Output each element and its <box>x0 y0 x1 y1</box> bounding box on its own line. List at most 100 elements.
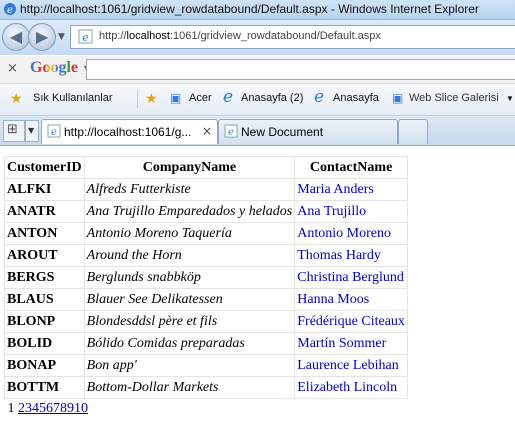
back-arrow-icon: ◀ <box>9 27 23 46</box>
company-name-cell: Bon app' <box>83 354 296 377</box>
quick-tabs-button[interactable]: ⊞ <box>3 120 25 142</box>
favorites-more-icon[interactable]: ▼ <box>506 94 514 103</box>
table-row: BLONP Blondesddsl père et fils Frédérique … <box>4 310 408 333</box>
pager-link[interactable]: 3 <box>25 401 32 416</box>
tab-label: http://localhost:1061/g... <box>64 125 192 139</box>
pager-link[interactable]: 4 <box>32 401 39 416</box>
table-row: BERGS Berglunds snabbköp Christina Berglun… <box>4 266 408 289</box>
favorites-button[interactable]: Sık Kullanılanlar <box>33 92 113 104</box>
favorite-item-acer[interactable]: Acer <box>189 92 212 104</box>
window-title-bar: e http://localhost:1061/gridview_rowdata… <box>0 0 515 20</box>
contact-name-cell: Laurence Lebihan <box>294 354 408 377</box>
customer-id-cell: ANTON <box>4 222 85 245</box>
favorites-bar: ★ Sık Kullanılanlar ★ ▣ Acer e Anasayfa … <box>0 84 515 116</box>
page-icon: e <box>78 29 93 44</box>
address-input[interactable]: e http://localhost:1061/gridview_rowdata… <box>70 25 515 49</box>
back-button[interactable]: ◀ <box>2 23 30 51</box>
google-toolbar: × Google ▼ <box>0 56 515 84</box>
contact-name-cell: Martín Sommer <box>294 332 408 355</box>
customer-id-cell: BLAUS <box>4 288 85 311</box>
customer-id-cell: BLONP <box>4 310 85 333</box>
add-favorite-icon[interactable]: ★ <box>145 91 158 107</box>
company-name-cell: Around the Horn <box>83 244 296 267</box>
contact-name-cell: Antonio Moreno <box>294 222 408 245</box>
table-row: AROUT Around the Horn Thomas Hardy <box>4 244 408 267</box>
pager: 1 2345678910 <box>5 399 408 420</box>
contact-name-cell: Hanna Moos <box>294 288 408 311</box>
favorites-star-icon: ★ <box>10 91 23 107</box>
company-name-cell: Ana Trujillo Emparedados y helados <box>83 200 296 223</box>
header-contact-name: ContactName <box>294 156 408 179</box>
tab-label: New Document <box>241 125 324 139</box>
contact-name-cell: Maria Anders <box>294 178 408 201</box>
history-dropdown-icon[interactable]: ▼ <box>58 32 65 42</box>
table-row: BOTTM Bottom-Dollar Markets Elizabeth Linc… <box>4 376 408 399</box>
svg-text:e: e <box>51 127 57 138</box>
web-slice-icon: ▣ <box>392 91 404 105</box>
table-row: BONAP Bon app' Laurence Lebihan <box>4 354 408 377</box>
tab-localhost[interactable]: e http://localhost:1061/g... × <box>41 119 218 144</box>
svg-text:e: e <box>7 5 13 16</box>
table-row: BOLID Bólido Comidas preparadas Martín Som… <box>4 332 408 355</box>
pager-link[interactable]: 6 <box>46 401 53 416</box>
favorites-separator <box>137 90 138 108</box>
company-name-cell: Antonio Moreno Taquería <box>83 222 296 245</box>
google-toolbar-close-icon[interactable]: × <box>7 61 18 76</box>
ie-logo-icon: e <box>4 3 16 16</box>
forward-arrow-icon: ▶ <box>35 27 49 46</box>
contact-name-cell: Frédérique Citeaux <box>294 310 408 333</box>
address-url: http://localhost:1061/gridview_rowdatabo… <box>99 30 381 42</box>
contact-name-cell: Thomas Hardy <box>294 244 408 267</box>
pager-link[interactable]: 5 <box>39 401 46 416</box>
contact-name-cell: Christina Berglund <box>294 266 408 289</box>
new-tab-button[interactable] <box>398 119 428 144</box>
pager-link[interactable]: 7 <box>53 401 60 416</box>
pager-link[interactable]: 9 <box>67 401 74 416</box>
page-content: CustomerID CompanyName ContactName ALFKI… <box>0 146 515 443</box>
tab-close-icon[interactable]: × <box>202 124 212 138</box>
pager-current-page: 1 <box>7 401 15 416</box>
company-name-cell: Bólido Comidas preparadas <box>83 332 296 355</box>
customer-id-cell: ANATR <box>4 200 85 223</box>
tab-bar: ⊞ ▼ e http://localhost:1061/g... × e New… <box>0 116 515 146</box>
header-customer-id: CustomerID <box>4 156 85 179</box>
tab-list-button[interactable]: ▼ <box>25 120 39 142</box>
customer-id-cell: BERGS <box>4 266 85 289</box>
svg-text:e: e <box>228 127 234 138</box>
table-row: ANTON Antonio Moreno Taquería Antonio More… <box>4 222 408 245</box>
acer-page-icon: ▣ <box>170 91 182 105</box>
company-name-cell: Berglunds snabbköp <box>83 266 296 289</box>
company-name-cell: Alfreds Futterkiste <box>83 178 296 201</box>
table-row: BLAUS Blauer See Delikatessen Hanna Moos <box>4 288 408 311</box>
window-title: http://localhost:1061/gridview_rowdatabo… <box>20 2 479 16</box>
favorite-item-anasayfa[interactable]: Anasayfa <box>333 92 379 104</box>
forward-button[interactable]: ▶ <box>28 23 56 51</box>
grid-pager-row: 1 2345678910 <box>5 399 408 420</box>
customer-id-cell: BONAP <box>4 354 85 377</box>
favorite-item-anasayfa-2[interactable]: Anasayfa (2) <box>241 92 303 104</box>
customer-id-cell: AROUT <box>4 244 85 267</box>
google-search-input[interactable] <box>86 59 515 80</box>
page-icon: e <box>224 124 238 138</box>
tab-new-document[interactable]: e New Document <box>218 119 398 144</box>
google-logo[interactable]: Google <box>30 59 78 77</box>
pager-link[interactable]: 10 <box>74 401 88 416</box>
contact-name-cell: Ana Trujillo <box>294 200 408 223</box>
pager-link[interactable]: 2 <box>18 401 25 416</box>
pager-link[interactable]: 8 <box>60 401 67 416</box>
customer-id-cell: BOTTM <box>4 376 85 399</box>
ie-favorite-icon: e <box>314 87 325 107</box>
ie-favorite-icon: e <box>223 87 234 107</box>
address-toolbar: ◀ ▶ ▼ e http://localhost:1061/gridview_r… <box>0 20 515 55</box>
header-company-name: CompanyName <box>83 156 296 179</box>
chevron-down-icon: ▼ <box>28 126 35 135</box>
favorite-item-web-slice[interactable]: Web Slice Galerisi <box>409 92 499 104</box>
table-row: ANATR Ana Trujillo Emparedados y helados A… <box>4 200 408 223</box>
customers-grid: CustomerID CompanyName ContactName ALFKI… <box>4 156 408 419</box>
grid-header-row: CustomerID CompanyName ContactName <box>4 156 408 179</box>
quick-tabs-icon: ⊞ <box>7 122 18 137</box>
customer-id-cell: BOLID <box>4 332 85 355</box>
customer-id-cell: ALFKI <box>4 178 85 201</box>
contact-name-cell: Elizabeth Lincoln <box>294 376 408 399</box>
company-name-cell: Blondesddsl père et fils <box>83 310 296 333</box>
